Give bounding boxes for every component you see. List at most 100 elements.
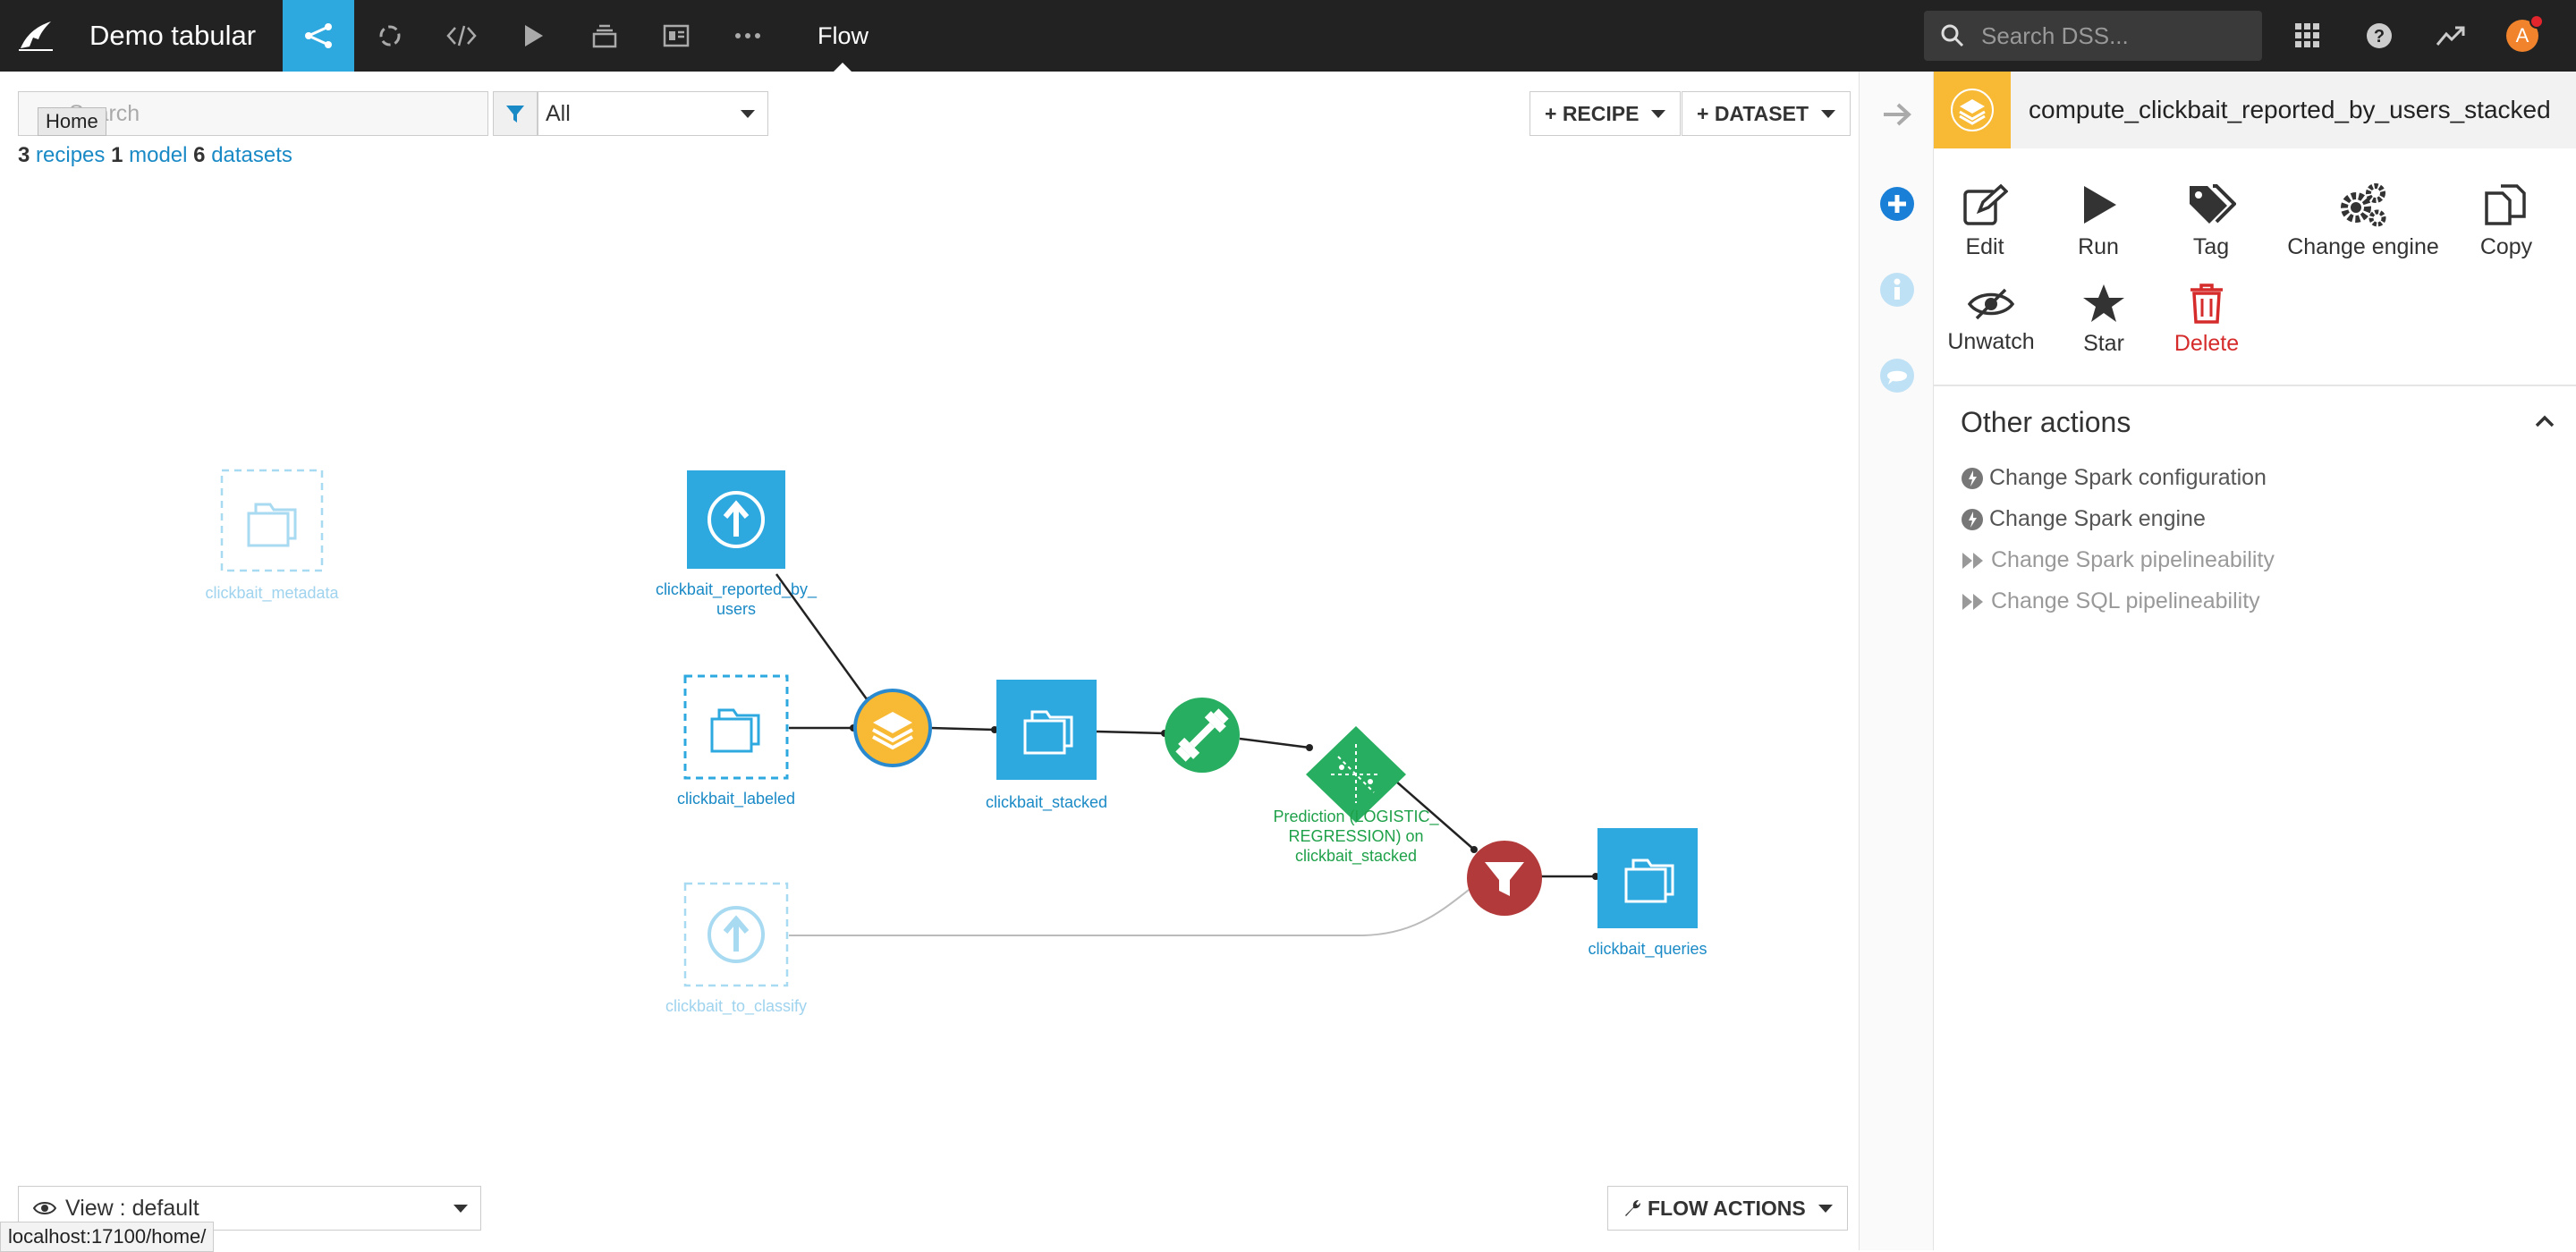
deploy-nav-button[interactable] <box>569 0 640 72</box>
node-label-clickbait-to-classify: clickbait_to_classify <box>665 997 808 1015</box>
delete-action-button[interactable]: Delete <box>2166 283 2247 357</box>
fast-forward-icon <box>1961 551 1986 571</box>
flow-counts: 3 recipes 1 model 6 datasets <box>18 143 292 168</box>
status-bar-url: localhost:17100/home/ <box>0 1222 215 1252</box>
recipe-node-filter[interactable] <box>1467 841 1542 916</box>
notification-dot <box>2529 14 2544 29</box>
filter-select-value: All <box>546 101 571 126</box>
plus-circle-icon <box>1880 187 1914 221</box>
trash-icon <box>2190 283 2223 324</box>
dataset-node-clickbait-labeled[interactable] <box>683 674 789 780</box>
run-action-button[interactable]: Run <box>2063 182 2134 260</box>
filter-select[interactable]: All <box>538 91 768 136</box>
lab-nav-button[interactable] <box>354 0 426 72</box>
search-icon <box>1941 24 1964 47</box>
add-dataset-label: + DATASET <box>1697 101 1809 125</box>
caret-down-icon <box>1821 109 1836 118</box>
chat-icon <box>1880 359 1914 393</box>
panel-title: compute_clickbait_reported_by_users_stac… <box>2029 96 2551 123</box>
dataset-node-clickbait-queries[interactable] <box>1597 828 1698 928</box>
recipes-link[interactable]: recipes <box>36 143 105 167</box>
more-nav-button[interactable] <box>712 0 784 72</box>
view-select-value: View : default <box>65 1195 199 1221</box>
recipe-node-train[interactable] <box>1165 698 1240 773</box>
caret-down-icon <box>741 110 755 118</box>
node-label-model-line1: Prediction (LOGISTIC_ <box>1273 808 1439 825</box>
datasets-count: 6 <box>193 143 206 167</box>
actions-tab-button[interactable] <box>1877 184 1917 224</box>
help-button[interactable]: ? <box>2343 0 2415 72</box>
change-engine-action-button[interactable]: Change engine <box>2287 182 2439 260</box>
other-actions-title[interactable]: Other actions <box>1961 406 2131 439</box>
code-nav-button[interactable] <box>426 0 497 72</box>
caret-down-icon <box>1651 109 1666 118</box>
change-spark-configuration-label: Change Spark configuration <box>1989 465 2267 490</box>
flow-nav-button[interactable] <box>283 0 355 72</box>
info-icon <box>1880 273 1914 307</box>
gears-icon <box>2341 183 2386 227</box>
dataset-node-clickbait-stacked[interactable] <box>996 680 1097 780</box>
edit-action-button[interactable]: Edit <box>1953 182 2016 260</box>
change-spark-engine-item[interactable]: Change Spark engine <box>1961 506 2206 532</box>
chevron-up-icon[interactable] <box>2535 415 2555 432</box>
details-tab-button[interactable] <box>1877 270 1917 309</box>
node-label-clickbait-stacked: clickbait_stacked <box>985 793 1108 811</box>
play-icon <box>2084 186 2116 224</box>
node-label-clickbait-labeled: clickbait_labeled <box>676 790 796 808</box>
dataset-node-clickbait-reported-by-users[interactable] <box>687 470 785 569</box>
flow-icon <box>305 23 333 48</box>
add-recipe-label: + RECIPE <box>1545 101 1640 125</box>
flow-graph <box>220 469 1698 987</box>
recipe-node-stack[interactable] <box>853 689 932 767</box>
jobs-nav-button[interactable] <box>497 0 569 72</box>
filter-button[interactable] <box>493 91 538 136</box>
global-search-box[interactable] <box>1924 11 2262 61</box>
project-title[interactable]: Demo tabular <box>89 20 256 52</box>
home-tooltip: Home <box>38 107 106 136</box>
play-icon <box>525 25 544 47</box>
activity-button[interactable] <box>2415 0 2487 72</box>
copy-icon <box>2485 184 2526 225</box>
star-action-button[interactable]: Star <box>2068 283 2140 357</box>
unwatch-action-button[interactable]: Unwatch <box>1946 286 2036 355</box>
caret-down-icon <box>453 1205 468 1213</box>
add-dataset-button[interactable]: + DATASET <box>1682 91 1852 136</box>
global-search-input[interactable] <box>1981 21 2250 50</box>
edit-icon <box>1963 183 2008 225</box>
add-recipe-button[interactable]: + RECIPE <box>1530 91 1682 136</box>
change-sql-pipelineability-item[interactable]: Change SQL pipelineability <box>1961 588 2260 614</box>
tag-action-button[interactable]: Tag <box>2175 182 2247 260</box>
dataiku-logo[interactable] <box>0 0 72 72</box>
user-menu-button[interactable]: A <box>2487 0 2558 72</box>
flow-search-input[interactable] <box>69 100 462 127</box>
datasets-link[interactable]: datasets <box>211 143 292 167</box>
flow-canvas[interactable]: clickbait_metadata clickbait_reported_by… <box>0 72 1859 1252</box>
star-icon <box>2083 284 2124 322</box>
node-label-clickbait-reported-line1: clickbait_reported_by_ <box>655 580 818 598</box>
edge-train-to-model <box>1239 737 1310 749</box>
change-engine-action-label: Change engine <box>2287 234 2439 259</box>
models-link[interactable]: model <box>129 143 187 167</box>
unwatch-action-label: Unwatch <box>1947 329 2035 354</box>
bird-logo-icon <box>19 21 53 51</box>
collapse-panel-button[interactable] <box>1877 95 1917 134</box>
more-icon <box>735 33 761 38</box>
apps-menu-button[interactable] <box>2272 0 2343 72</box>
copy-action-button[interactable]: Copy <box>2470 182 2542 260</box>
caret-down-icon <box>1818 1204 1833 1213</box>
current-section-label: Flow <box>818 22 869 49</box>
recipes-count: 3 <box>18 143 30 167</box>
change-spark-pipelineability-item[interactable]: Change Spark pipelineability <box>1961 547 2275 573</box>
node-label-clickbait-queries: clickbait_queries <box>1588 940 1707 958</box>
avatar: A <box>2506 14 2544 52</box>
flow-actions-button[interactable]: FLOW ACTIONS <box>1607 1186 1848 1231</box>
dataset-node-clickbait-to-classify[interactable] <box>683 882 789 987</box>
star-action-label: Star <box>2083 331 2124 356</box>
change-spark-configuration-item[interactable]: Change Spark configuration <box>1961 465 2267 491</box>
models-count: 1 <box>111 143 123 167</box>
dataset-node-clickbait-metadata[interactable] <box>220 469 324 572</box>
panel-header: compute_clickbait_reported_by_users_stac… <box>1934 72 2576 148</box>
code-icon <box>446 25 477 47</box>
discussions-tab-button[interactable] <box>1877 356 1917 395</box>
dashboard-nav-button[interactable] <box>640 0 712 72</box>
